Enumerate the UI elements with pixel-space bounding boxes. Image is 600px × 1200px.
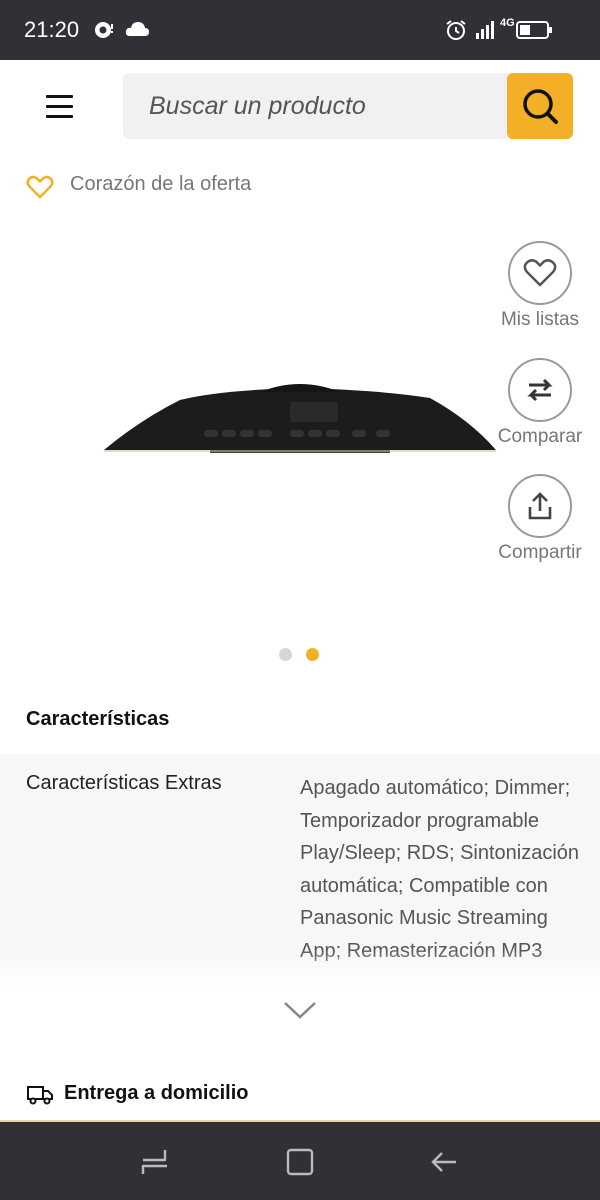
fade-overlay — [0, 949, 600, 989]
battery-icon — [516, 21, 552, 39]
hamburger-menu-icon[interactable] — [38, 86, 82, 130]
heart-outline-icon — [26, 175, 54, 199]
feature-value: Apagado automático; Dimmer; Temporizador… — [300, 777, 580, 962]
product-photo — [104, 384, 496, 453]
search-input[interactable] — [123, 73, 507, 139]
notification-icon — [95, 22, 113, 38]
compare-action[interactable]: Comparar — [495, 358, 585, 448]
cloud-icon — [125, 22, 149, 36]
app-header — [0, 60, 600, 155]
truck-icon — [27, 1086, 53, 1105]
my-lists-label: Mis listas — [500, 309, 580, 330]
compare-label: Comparar — [497, 426, 583, 447]
share-button[interactable] — [508, 474, 572, 538]
search-icon — [523, 89, 558, 124]
heart-icon — [523, 259, 557, 287]
delivery-label: Entrega a domicilio — [64, 1082, 249, 1104]
share-upload-icon — [528, 492, 552, 520]
alarm-icon — [446, 20, 466, 40]
expand-features-button[interactable] — [280, 995, 320, 1025]
search-button[interactable] — [507, 73, 573, 139]
share-label: Compartir — [498, 542, 582, 563]
system-navigation-bar — [0, 1120, 600, 1200]
back-icon[interactable] — [428, 1146, 460, 1178]
my-lists-action[interactable]: Mis listas — [495, 241, 585, 331]
home-icon[interactable] — [284, 1146, 316, 1178]
chevron-down-icon — [284, 1002, 316, 1019]
my-lists-button[interactable] — [508, 241, 572, 305]
recents-icon[interactable] — [139, 1146, 171, 1178]
status-bar: 21:20 4G — [0, 0, 600, 60]
compare-button[interactable] — [508, 358, 572, 422]
swap-arrows-icon — [527, 378, 553, 402]
carousel-dot-2-active[interactable] — [306, 648, 319, 661]
signal-icon — [476, 21, 494, 39]
search-bar — [123, 73, 573, 139]
features-table: Características Extras Apagado automátic… — [0, 754, 600, 989]
network-4g-label: 4G — [500, 17, 515, 29]
offer-label: Corazón de la oferta — [70, 173, 252, 195]
feature-key: Características Extras — [26, 772, 222, 794]
carousel-dot-1[interactable] — [279, 648, 292, 661]
product-image[interactable] — [100, 380, 500, 460]
share-action[interactable]: Compartir — [495, 474, 585, 564]
status-time: 21:20 — [24, 17, 80, 42]
features-title: Características — [26, 708, 170, 730]
